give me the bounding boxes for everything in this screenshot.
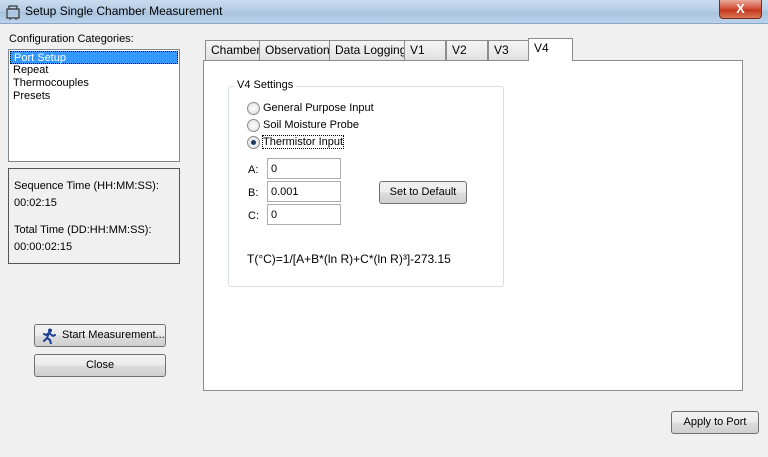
thermistor-formula: T(°C)=1/[A+B*(ln R)+C*(ln R)³]-273.15 — [247, 252, 451, 266]
tab-chamber[interactable]: Chamber — [205, 40, 267, 60]
radio-label: Thermistor Input — [261, 135, 345, 149]
sequence-time-value: 00:02:15 — [14, 197, 57, 209]
total-time-value: 00:00:02:15 — [14, 241, 73, 253]
radio-button[interactable] — [247, 119, 260, 132]
tab-v4[interactable]: V4 — [528, 38, 573, 61]
tab-v1[interactable]: V1 — [404, 40, 446, 60]
coefficient-c-label: C: — [248, 210, 259, 222]
categories-listbox[interactable]: Port Setup Repeat Thermocouples Presets — [8, 49, 180, 162]
coefficient-c-input[interactable] — [267, 204, 341, 225]
category-presets[interactable]: Presets — [10, 90, 178, 103]
category-port-setup[interactable]: Port Setup — [10, 51, 178, 64]
start-measurement-label: Start Measurement... — [62, 329, 165, 341]
radio-label: General Purpose Input — [263, 102, 374, 114]
total-time-label: Total Time (DD:HH:MM:SS): — [14, 224, 152, 236]
radio-button-checked[interactable] — [247, 136, 260, 149]
tab-data-logging[interactable]: Data Logging — [329, 40, 413, 60]
coefficient-b-input[interactable] — [267, 181, 341, 202]
close-button[interactable]: Close — [34, 354, 166, 377]
running-man-icon — [43, 328, 56, 344]
coefficient-b-label: B: — [248, 187, 259, 199]
set-to-default-button[interactable]: Set to Default — [379, 181, 467, 204]
time-summary-box: Sequence Time (HH:MM:SS): 00:02:15 Total… — [8, 168, 180, 264]
tab-v2[interactable]: V2 — [446, 40, 488, 60]
tab-v3[interactable]: V3 — [488, 40, 530, 60]
v4-settings-title: V4 Settings — [234, 79, 297, 91]
window-close-button[interactable]: X — [719, 0, 762, 19]
app-icon — [6, 5, 20, 20]
title-bar: Setup Single Chamber Measurement X — [0, 0, 768, 24]
radio-button[interactable] — [247, 102, 260, 115]
coefficient-a-input[interactable] — [267, 158, 341, 179]
configuration-categories-label: Configuration Categories: — [9, 33, 134, 45]
coefficient-a-label: A: — [248, 164, 259, 176]
apply-to-port-button[interactable]: Apply to Port — [671, 411, 759, 434]
sequence-time-label: Sequence Time (HH:MM:SS): — [14, 180, 159, 192]
category-thermocouples[interactable]: Thermocouples — [10, 77, 178, 90]
category-repeat[interactable]: Repeat — [10, 64, 178, 77]
window-title: Setup Single Chamber Measurement — [25, 4, 223, 18]
tab-observation[interactable]: Observation — [259, 40, 336, 60]
radio-label: Soil Moisture Probe — [263, 119, 359, 131]
start-measurement-button[interactable]: Start Measurement... — [34, 324, 166, 347]
